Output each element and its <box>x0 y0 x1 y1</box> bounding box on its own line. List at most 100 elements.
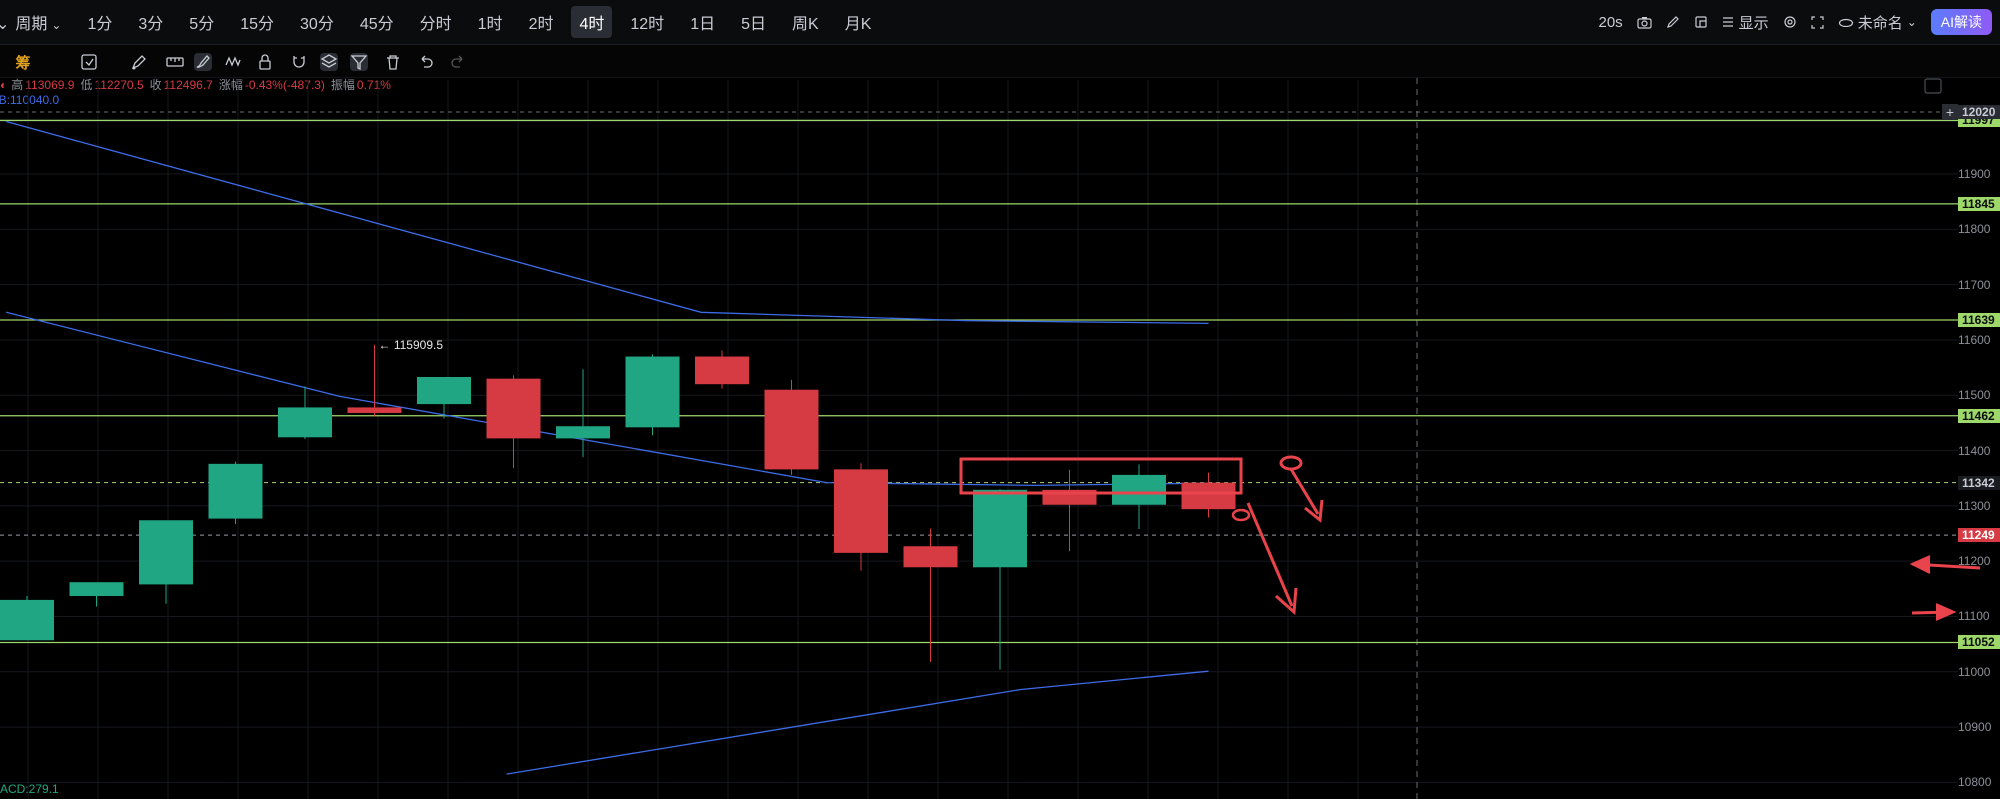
add-alert-icon[interactable]: + <box>1942 104 1958 120</box>
lower-band-line <box>506 670 1209 775</box>
y-tick-label: 11800 <box>1958 222 1991 237</box>
undo-icon[interactable] <box>416 53 434 71</box>
edit-icon[interactable] <box>1666 15 1680 29</box>
magnet-icon[interactable] <box>290 53 308 71</box>
y-tick-label: 11600 <box>1958 332 1991 347</box>
ai-interpret-button[interactable]: AI解读 <box>1930 9 1992 35</box>
upper-band-line <box>6 120 1209 325</box>
annotation-arrow <box>1246 502 1294 607</box>
y-tick-label: 10900 <box>1958 720 1992 735</box>
fullscreen-icon[interactable] <box>1811 15 1824 29</box>
refresh-interval[interactable]: 20s <box>1598 14 1622 31</box>
price-chart[interactable]: ← 115909.5 <box>0 0 2000 799</box>
timeframe-2[interactable]: 5分 <box>181 6 222 38</box>
timeframe-9[interactable]: 4时 <box>571 6 613 38</box>
timeframe-8[interactable]: 2时 <box>521 6 562 38</box>
popout-icon[interactable] <box>1694 15 1708 29</box>
layout-name: 未命名 <box>1857 14 1903 32</box>
layout-selector[interactable]: 未命名 ⌄ <box>1838 12 1917 33</box>
middle-band-line <box>6 311 1209 487</box>
y-tick-label: 10800 <box>1958 775 1992 790</box>
chevron-down-icon: ⌄ <box>51 18 62 32</box>
y-tick-label: 11500 <box>1958 388 1991 403</box>
candle-body <box>347 407 402 413</box>
ruler-icon[interactable] <box>166 53 184 71</box>
timeframe-11[interactable]: 1日 <box>682 6 723 38</box>
close-value: 112496.7 <box>163 78 213 92</box>
y-tick-label: 11100 <box>1958 609 1990 624</box>
drawing-toolbar: 筹 <box>0 45 2000 78</box>
timeframe-3[interactable]: 15分 <box>232 6 282 38</box>
candle-body <box>903 546 958 568</box>
info-marker: ◐ <box>0 78 8 92</box>
timeframe-10[interactable]: 12时 <box>622 6 672 38</box>
candle-body <box>417 377 471 405</box>
lock-icon[interactable] <box>256 53 274 71</box>
candle-body <box>973 489 1027 568</box>
candle-body <box>1181 482 1236 510</box>
right-tools: 20s 显示 未命名 ⌄ AI解读 <box>1584 0 1992 44</box>
timeframe-6[interactable]: 分时 <box>412 6 460 38</box>
annotation-circle <box>1231 508 1251 522</box>
period-label: 周期 <box>15 16 48 33</box>
annotation-arrowhead <box>1304 499 1324 523</box>
price-level-tag: 11462 <box>1958 408 2000 423</box>
candle-body <box>486 378 541 439</box>
change-label: 涨幅 <box>218 78 243 92</box>
price-level-tag: 11845 <box>1958 196 2000 211</box>
timeframe-4[interactable]: 30分 <box>292 6 342 38</box>
candle-body <box>764 389 819 470</box>
y-tick-label: 11000 <box>1958 664 1991 679</box>
period-dropdown[interactable]: ⌄ 周期 ⌄ <box>0 6 69 38</box>
timeframe-5[interactable]: 45分 <box>352 6 402 38</box>
timeframe-0[interactable]: 1分 <box>79 6 120 38</box>
timeframe-13[interactable]: 周K <box>784 6 827 38</box>
brush-icon[interactable] <box>194 53 212 71</box>
candle-body <box>556 426 610 439</box>
candle-body <box>1112 474 1166 505</box>
annotation-circle <box>1279 455 1303 471</box>
filter-icon[interactable] <box>350 53 368 71</box>
macd-indicator: MACD:279.1 <box>0 782 59 796</box>
camera-icon[interactable] <box>1637 16 1652 29</box>
timeframe-row: ⌄ 周期 ⌄ 1分 3分 5分 15分 30分 45分 分时 1时 2时 4时 12时 1日 5日 周K 月K <box>0 0 889 44</box>
low-value: 112270.5 <box>94 78 144 92</box>
timeframe-14[interactable]: 月K <box>837 6 880 38</box>
y-tick-label: 11700 <box>1958 277 1991 292</box>
max-price-marker: ← 115909.5 <box>379 338 444 352</box>
candle-body <box>1042 489 1097 505</box>
y-tick-label: 11300 <box>1958 498 1991 513</box>
candle-body <box>625 356 680 428</box>
redo-icon[interactable] <box>450 53 468 71</box>
screenshot-icon[interactable] <box>80 53 98 71</box>
amplitude-value: 0.71% <box>356 78 391 92</box>
candle-body <box>695 356 749 385</box>
settings-icon[interactable] <box>1783 15 1797 29</box>
display-label: 显示 <box>1738 14 1769 32</box>
list-icon <box>1722 17 1733 27</box>
candle-body <box>208 463 263 519</box>
y-tick-label: 11400 <box>1958 443 1991 458</box>
pen-icon[interactable] <box>130 53 148 71</box>
lb-indicator: LB:110040.0 <box>0 93 60 107</box>
high-value: 113069.9 <box>25 78 75 92</box>
annotation-box <box>959 457 1243 495</box>
timeframe-7[interactable]: 1时 <box>470 6 511 38</box>
amplitude-label: 振幅 <box>330 78 355 92</box>
top-bar: ⌄ 周期 ⌄ 1分 3分 5分 15分 30分 45分 分时 1时 2时 4时 12时 1日 5日 周K 月K … <box>0 0 2000 45</box>
chip-distribution-icon[interactable]: 筹 <box>14 53 32 72</box>
chevron-down-icon: ⌄ <box>1906 15 1917 29</box>
annotation-arrowhead <box>1909 555 1931 574</box>
timeframe-12[interactable]: 5日 <box>733 6 774 38</box>
y-tick-label: 11900 <box>1958 167 1991 182</box>
ohlc-info: ◐ 高 113069.9 低 112270.5 收 112496.7 涨幅 -0.43%(-48… <box>0 76 397 93</box>
pattern-icon[interactable] <box>224 53 242 71</box>
annotation-arrow <box>1911 610 1951 615</box>
trash-icon[interactable] <box>384 53 402 71</box>
candle-body <box>139 520 193 585</box>
display-menu[interactable]: 显示 <box>1722 12 1769 33</box>
layers-icon[interactable] <box>320 53 338 71</box>
price-level-tag: 11249 <box>1958 528 2000 543</box>
timeframe-1[interactable]: 3分 <box>130 6 171 38</box>
crosshair-price-tag: 12020 <box>1958 105 2000 119</box>
